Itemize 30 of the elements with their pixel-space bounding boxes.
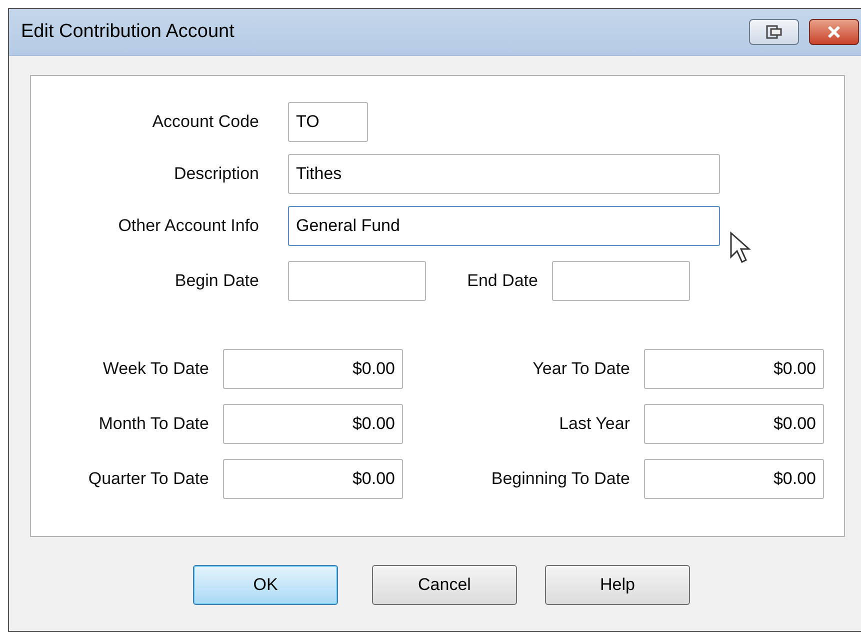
field-label: Month To Date: [98, 414, 209, 434]
amount-field[interactable]: $0.00: [223, 404, 403, 444]
date-field[interactable]: [552, 261, 690, 301]
amount-field[interactable]: $0.00: [644, 459, 824, 499]
window-title: Edit Contribution Account: [21, 21, 234, 43]
field-label: Begin Date: [174, 271, 259, 291]
date-field[interactable]: [288, 261, 426, 301]
field-label: Other Account Info: [117, 216, 259, 236]
close-icon: [826, 25, 842, 39]
input-field[interactable]: TO: [288, 102, 368, 142]
dialog-button[interactable]: OK: [193, 565, 338, 605]
field-label: Last Year: [558, 414, 630, 434]
dialog-button[interactable]: Cancel: [372, 565, 517, 605]
input-field[interactable]: General Fund: [288, 206, 720, 246]
field-label: Description: [172, 164, 259, 184]
input-field[interactable]: Tithes: [288, 154, 720, 194]
restore-button[interactable]: [749, 19, 799, 45]
field-label: End Date: [466, 271, 538, 291]
window-icon: [766, 25, 782, 39]
field-label: Week To Date: [102, 359, 209, 379]
amount-field[interactable]: $0.00: [644, 404, 824, 444]
field-label: Year To Date: [532, 359, 630, 379]
amount-field[interactable]: $0.00: [223, 349, 403, 389]
amount-field[interactable]: $0.00: [644, 349, 824, 389]
field-label: Account Code: [151, 112, 259, 132]
close-button[interactable]: [809, 19, 859, 45]
dialog-button[interactable]: Help: [545, 565, 690, 605]
field-label: Quarter To Date: [87, 469, 209, 489]
field-label: Beginning To Date: [490, 469, 630, 489]
amount-field[interactable]: $0.00: [223, 459, 403, 499]
